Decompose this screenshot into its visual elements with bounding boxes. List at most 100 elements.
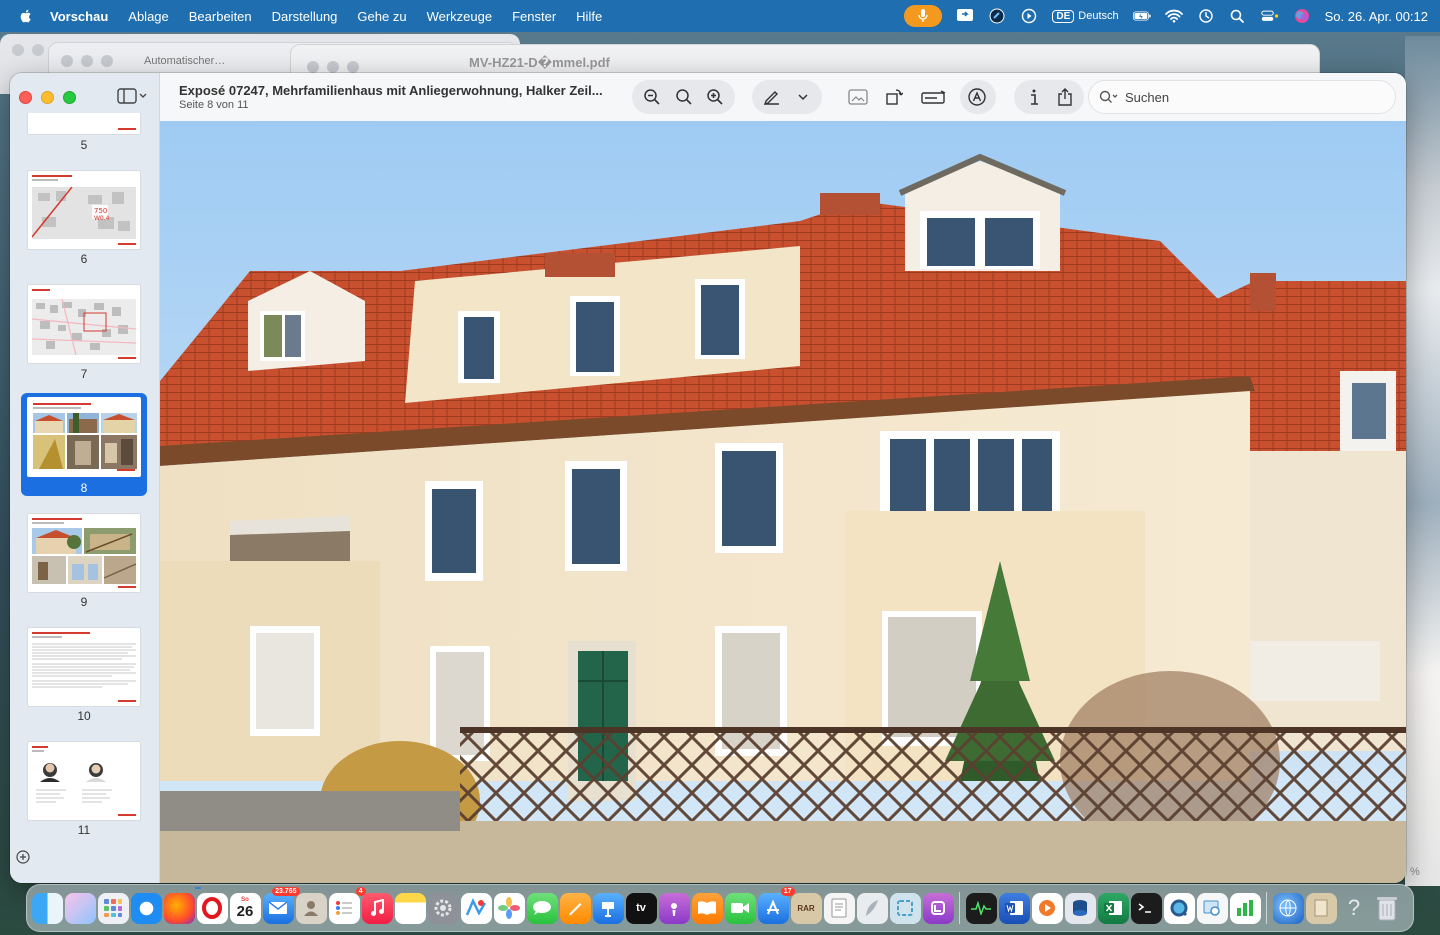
launchpad-icon[interactable]: [97, 892, 129, 924]
markup-menu-button[interactable]: [789, 83, 816, 111]
search-placeholder: Suchen: [1125, 89, 1170, 105]
info-button[interactable]: [1020, 83, 1047, 111]
rotate-button[interactable]: [880, 83, 908, 111]
network-globe-icon[interactable]: [1272, 892, 1304, 924]
redact-button[interactable]: [916, 83, 952, 111]
window-controls: [19, 91, 76, 104]
activity-monitor-icon[interactable]: [965, 892, 997, 924]
podcasts-icon[interactable]: [658, 892, 690, 924]
play-icon[interactable]: [1020, 7, 1038, 25]
spotlight-search-icon[interactable]: [1229, 7, 1247, 25]
magnifier-icon: [675, 89, 692, 105]
media-player-icon[interactable]: [1031, 892, 1063, 924]
zoom-button[interactable]: [63, 91, 76, 104]
opera-icon[interactable]: [196, 892, 228, 924]
firefox-icon[interactable]: [163, 886, 201, 924]
page-thumbnail[interactable]: [27, 113, 141, 135]
finder-icon[interactable]: [31, 892, 63, 924]
preview-app-icon[interactable]: [1196, 892, 1228, 924]
disk-utility-icon[interactable]: [1064, 892, 1096, 924]
shortcuts-icon[interactable]: [988, 7, 1006, 25]
background-window-controls[interactable]: [12, 44, 44, 56]
zoom-in-icon: [707, 89, 723, 105]
zoom-controls: [632, 80, 735, 114]
redact-icon: [921, 90, 946, 104]
unarchiver-icon[interactable]: RAR: [790, 892, 822, 924]
mail-icon[interactable]: 23.765: [262, 886, 300, 924]
word-icon[interactable]: [998, 892, 1030, 924]
close-button[interactable]: [19, 91, 32, 104]
sidebar-toggle-button[interactable]: [117, 88, 147, 104]
music-icon[interactable]: [361, 892, 393, 924]
keynote-icon[interactable]: [592, 892, 624, 924]
wifi-icon[interactable]: [1164, 7, 1183, 25]
apple-menu-icon[interactable]: [18, 8, 34, 24]
photos-icon[interactable]: [493, 892, 525, 924]
annotate-button[interactable]: [963, 83, 991, 111]
page-number: 6: [80, 252, 88, 266]
actual-size-button[interactable]: [670, 83, 698, 111]
excel-icon[interactable]: [1097, 892, 1129, 924]
markup-pen-button[interactable]: [758, 83, 785, 111]
page-thumbnail[interactable]: [27, 284, 141, 364]
books-icon[interactable]: [691, 892, 723, 924]
calendar-icon[interactable]: So 26: [229, 892, 261, 924]
messages-icon[interactable]: [526, 892, 558, 924]
screenshot-app-icon[interactable]: [889, 892, 921, 924]
trash-icon[interactable]: [1372, 893, 1403, 924]
menu-ablage[interactable]: Ablage: [128, 9, 168, 24]
page-thumbnail[interactable]: [27, 627, 141, 707]
background-window-controls[interactable]: [61, 55, 113, 67]
menu-fenster[interactable]: Fenster: [512, 9, 556, 24]
mindmap-app-icon[interactable]: [64, 892, 96, 924]
zoom-in-button[interactable]: [701, 83, 729, 111]
help-icon[interactable]: ?: [1339, 893, 1370, 924]
notes-icon[interactable]: [394, 892, 426, 924]
numbers-icon[interactable]: [1229, 892, 1261, 924]
zoom-out-button[interactable]: [638, 83, 666, 111]
menu-bearbeiten[interactable]: Bearbeiten: [189, 9, 252, 24]
contacts-icon[interactable]: [295, 892, 327, 924]
apple-tv-icon[interactable]: tv: [625, 892, 657, 924]
search-field[interactable]: Suchen: [1088, 80, 1396, 114]
quicktime-icon[interactable]: [1163, 892, 1195, 924]
microphone-icon[interactable]: [904, 5, 943, 27]
calendar-day: 26: [236, 902, 254, 920]
menu-app-name[interactable]: Vorschau: [50, 9, 108, 24]
page-number: 8: [80, 481, 88, 495]
maps-icon[interactable]: [460, 892, 492, 924]
crop-button[interactable]: [844, 83, 872, 111]
pages-icon[interactable]: [559, 892, 591, 924]
menu-gehe-zu[interactable]: Gehe zu: [357, 9, 406, 24]
page-thumbnail-selected[interactable]: [27, 397, 141, 477]
page-thumbnail[interactable]: 750 W0.4: [27, 170, 141, 250]
page-thumbnail[interactable]: [27, 513, 141, 593]
facetime-icon[interactable]: [724, 892, 756, 924]
safari-icon[interactable]: [130, 892, 162, 924]
document-folder-icon[interactable]: [1305, 892, 1337, 924]
document-page-view[interactable]: [160, 121, 1406, 883]
feather-app-icon[interactable]: [856, 892, 888, 924]
control-center-icon[interactable]: [1260, 7, 1279, 25]
minimize-button[interactable]: [41, 91, 54, 104]
siri-icon[interactable]: [1293, 7, 1311, 25]
background-window-controls[interactable]: [307, 61, 359, 73]
time-machine-icon[interactable]: [1197, 7, 1215, 25]
textedit-icon[interactable]: [823, 892, 855, 924]
system-settings-icon[interactable]: [427, 892, 459, 924]
reminders-icon[interactable]: 4: [328, 886, 366, 924]
add-page-button[interactable]: [16, 850, 30, 869]
input-source[interactable]: DE Deutsch: [1052, 9, 1119, 23]
screen-share-icon[interactable]: [956, 7, 974, 25]
terminal-icon[interactable]: [1130, 892, 1162, 924]
share-button[interactable]: [1051, 83, 1078, 111]
utility-app-icon[interactable]: [922, 892, 954, 924]
menu-darstellung[interactable]: Darstellung: [272, 9, 338, 24]
app-store-badge: 17: [780, 886, 795, 896]
menu-hilfe[interactable]: Hilfe: [576, 9, 602, 24]
menu-werkzeuge[interactable]: Werkzeuge: [427, 9, 493, 24]
battery-icon[interactable]: [1132, 7, 1151, 25]
app-store-icon[interactable]: 17: [757, 886, 795, 924]
menubar-clock[interactable]: So. 26. Apr. 00:12: [1325, 9, 1428, 24]
page-thumbnail[interactable]: [27, 741, 141, 821]
